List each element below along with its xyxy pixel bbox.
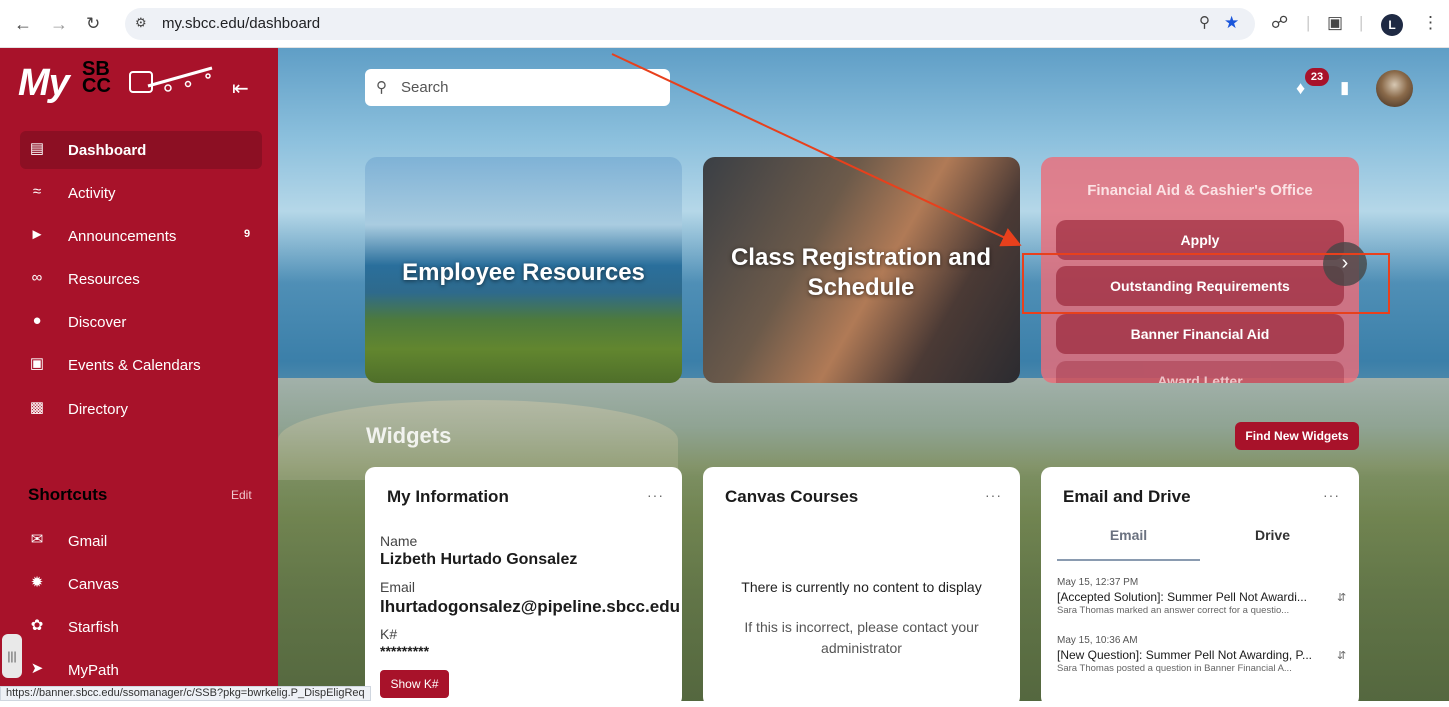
more-options-icon[interactable]: ··· xyxy=(647,487,664,503)
email-subject: [Accepted Solution]: Summer Pell Not Awa… xyxy=(1057,590,1307,604)
annotation-highlight-box xyxy=(1022,253,1390,314)
name-value: Lizbeth Hurtado Gonsalez xyxy=(380,551,578,568)
email-list-item[interactable]: May 15, 12:37 PM [Accepted Solution]: Su… xyxy=(1057,577,1347,616)
email-date: May 15, 12:37 PM xyxy=(1057,577,1139,588)
my-information-widget: My Information ··· Name Lizbeth Hurtado … xyxy=(365,467,682,707)
widget-title: Canvas Courses xyxy=(725,487,859,506)
expand-icon[interactable]: ⇵ xyxy=(1337,591,1346,604)
name-label: Name xyxy=(380,533,418,549)
more-options-icon[interactable]: ··· xyxy=(1323,487,1340,503)
email-drive-widget: Email and Drive ··· Email Drive May 15, … xyxy=(1041,467,1359,707)
email-value: lhurtadogonsalez@pipeline.sbcc.edu xyxy=(380,597,680,616)
tab-email[interactable]: Email xyxy=(1057,527,1200,561)
email-preview: Sara Thomas posted a question in Banner … xyxy=(1057,663,1292,674)
find-new-widgets-button[interactable]: Find New Widgets xyxy=(1235,422,1359,450)
side-panel-handle-icon[interactable]: ||| xyxy=(2,634,22,678)
tab-drive[interactable]: Drive xyxy=(1201,527,1344,561)
contact-admin-text: If this is incorrect, please contact you… xyxy=(744,619,979,656)
widget-title: My Information xyxy=(387,487,509,506)
widget-title: Email and Drive xyxy=(1063,487,1191,506)
empty-state-text: There is currently no content to display xyxy=(741,579,982,595)
expand-icon[interactable]: ⇵ xyxy=(1337,649,1346,662)
email-subject: [New Question]: Summer Pell Not Awarding… xyxy=(1057,648,1313,662)
canvas-courses-widget: Canvas Courses ··· There is currently no… xyxy=(703,467,1020,707)
annotation-arrow xyxy=(611,53,1022,247)
status-bar-url: https://banner.sbcc.edu/ssomanager/c/SSB… xyxy=(0,686,371,701)
k-number-label: K# xyxy=(380,626,398,642)
widgets-heading: Widgets xyxy=(366,423,452,448)
more-options-icon[interactable]: ··· xyxy=(985,487,1002,503)
show-k-number-button[interactable]: Show K# xyxy=(380,670,449,698)
email-label: Email xyxy=(380,579,416,595)
email-date: May 15, 10:36 AM xyxy=(1057,635,1138,646)
email-preview: Sara Thomas marked an answer correct for… xyxy=(1057,605,1290,616)
email-list-item[interactable]: May 15, 10:36 AM [New Question]: Summer … xyxy=(1057,635,1347,674)
k-number-value: ********* xyxy=(380,643,430,659)
